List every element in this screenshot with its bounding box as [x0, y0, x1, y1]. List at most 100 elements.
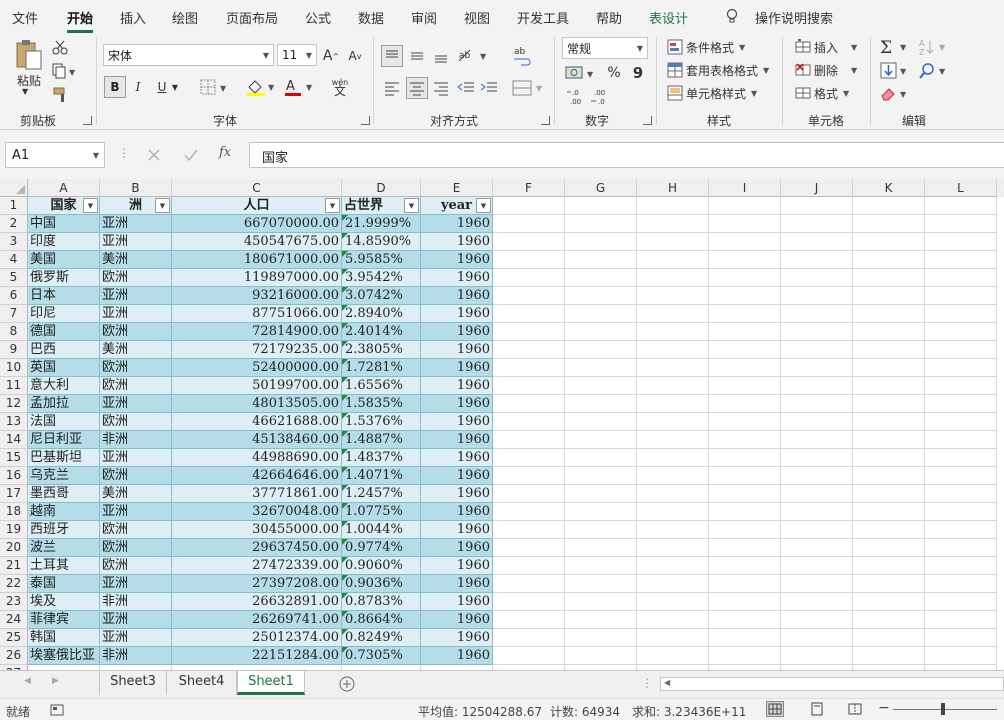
table-cell[interactable]: 欧洲	[100, 359, 172, 377]
align-center-icon[interactable]	[406, 77, 428, 99]
tab-formulas[interactable]: 公式	[305, 8, 331, 27]
table-cell[interactable]: 14.8590%	[342, 233, 421, 251]
table-cell[interactable]: 2.8940%	[342, 305, 421, 323]
format-as-table-button[interactable]: 套用表格格式 ▼	[667, 61, 769, 79]
table-cell[interactable]: 26632891.00	[172, 593, 342, 611]
empty-cell[interactable]	[637, 539, 709, 557]
empty-cell[interactable]	[709, 449, 781, 467]
table-cell[interactable]: 泰国	[28, 575, 100, 593]
empty-cell[interactable]	[709, 467, 781, 485]
empty-cell[interactable]	[565, 341, 637, 359]
empty-cell[interactable]	[781, 251, 853, 269]
empty-cell[interactable]	[853, 575, 925, 593]
table-cell[interactable]: 0.7305%	[342, 647, 421, 665]
column-header-a[interactable]: A	[28, 179, 100, 197]
table-cell[interactable]: 26269741.00	[172, 611, 342, 629]
empty-cell[interactable]	[493, 395, 565, 413]
table-cell[interactable]: 欧洲	[100, 413, 172, 431]
empty-cell[interactable]	[781, 629, 853, 647]
table-cell[interactable]: 亚洲	[100, 449, 172, 467]
table-cell[interactable]: 墨西哥	[28, 485, 100, 503]
filter-dropdown-icon[interactable]: ▼	[325, 198, 340, 213]
percent-button[interactable]: %	[604, 63, 624, 83]
empty-cell[interactable]	[493, 233, 565, 251]
scroll-tabs-left-icon[interactable]: ◀	[24, 676, 31, 686]
row-header[interactable]: 11	[0, 377, 28, 395]
empty-cell[interactable]	[493, 341, 565, 359]
tab-home[interactable]: 开始	[67, 8, 94, 33]
table-cell[interactable]: 欧洲	[100, 467, 172, 485]
empty-cell[interactable]	[853, 359, 925, 377]
empty-cell[interactable]	[709, 341, 781, 359]
row-header[interactable]: 20	[0, 539, 28, 557]
row-header[interactable]: 3	[0, 233, 28, 251]
empty-cell[interactable]	[781, 413, 853, 431]
empty-cell[interactable]	[853, 251, 925, 269]
empty-cell[interactable]	[493, 593, 565, 611]
table-header-cell[interactable]: 洲 ▼	[100, 197, 172, 215]
table-cell[interactable]: 美国	[28, 251, 100, 269]
formula-input[interactable]: 国家	[249, 142, 1004, 168]
grow-font-button[interactable]: A ^	[322, 46, 340, 66]
row-header[interactable]: 4	[0, 251, 28, 269]
table-cell[interactable]: 孟加拉	[28, 395, 100, 413]
table-cell[interactable]: 欧洲	[100, 377, 172, 395]
table-cell[interactable]: 亚洲	[100, 503, 172, 521]
table-cell[interactable]: 87751066.00	[172, 305, 342, 323]
table-cell[interactable]: 1960	[421, 233, 493, 251]
empty-cell[interactable]	[709, 431, 781, 449]
tab-splitter-grip-icon[interactable]: ⋮	[641, 676, 653, 690]
empty-cell[interactable]	[637, 269, 709, 287]
table-cell[interactable]: 欧洲	[100, 539, 172, 557]
empty-cell[interactable]	[781, 395, 853, 413]
filter-dropdown-icon[interactable]: ▼	[83, 198, 98, 213]
empty-cell[interactable]	[709, 557, 781, 575]
empty-cell[interactable]	[565, 233, 637, 251]
row-header[interactable]: 5	[0, 269, 28, 287]
table-cell[interactable]: 45138460.00	[172, 431, 342, 449]
table-cell[interactable]: 0.9060%	[342, 557, 421, 575]
table-cell[interactable]: 29637450.00	[172, 539, 342, 557]
table-header-cell[interactable]: year ▼	[421, 197, 493, 215]
empty-cell[interactable]	[565, 359, 637, 377]
table-cell[interactable]: 93216000.00	[172, 287, 342, 305]
autosum-icon[interactable]: Σ ▼	[879, 37, 911, 57]
empty-cell[interactable]	[853, 233, 925, 251]
table-cell[interactable]: 土耳其	[28, 557, 100, 575]
row-header[interactable]: 6	[0, 287, 28, 305]
table-cell[interactable]: 韩国	[28, 629, 100, 647]
empty-cell[interactable]	[493, 539, 565, 557]
row-header[interactable]: 12	[0, 395, 28, 413]
empty-cell[interactable]	[853, 467, 925, 485]
row-header[interactable]: 13	[0, 413, 28, 431]
empty-cell[interactable]	[781, 377, 853, 395]
table-cell[interactable]: 亚洲	[100, 629, 172, 647]
empty-cell[interactable]	[781, 593, 853, 611]
empty-cell[interactable]	[781, 467, 853, 485]
paste-button[interactable]: 粘贴	[14, 73, 44, 88]
empty-cell[interactable]	[565, 593, 637, 611]
table-cell[interactable]: 1960	[421, 413, 493, 431]
table-cell[interactable]: 美洲	[100, 485, 172, 503]
empty-cell[interactable]	[493, 467, 565, 485]
empty-cell[interactable]	[493, 413, 565, 431]
scroll-tabs-right-icon[interactable]: ▶	[52, 676, 59, 686]
empty-cell[interactable]	[709, 305, 781, 323]
empty-cell[interactable]	[709, 233, 781, 251]
row-header[interactable]: 18	[0, 503, 28, 521]
row-header[interactable]: 15	[0, 449, 28, 467]
empty-cell[interactable]	[781, 611, 853, 629]
empty-cell[interactable]	[709, 629, 781, 647]
column-header-g[interactable]: G	[565, 179, 637, 197]
empty-cell[interactable]	[781, 341, 853, 359]
table-cell[interactable]: 180671000.00	[172, 251, 342, 269]
empty-cell[interactable]	[565, 503, 637, 521]
zoom-slider-track[interactable]	[893, 709, 997, 710]
empty-cell[interactable]	[925, 287, 997, 305]
font-color-icon[interactable]: A ▼	[283, 77, 315, 97]
table-cell[interactable]: 1960	[421, 287, 493, 305]
phonetic-button[interactable]: wén 文	[328, 75, 352, 99]
sheet-tab-sheet3[interactable]: Sheet3	[99, 671, 167, 695]
empty-cell[interactable]	[565, 269, 637, 287]
table-cell[interactable]: 1.7281%	[342, 359, 421, 377]
